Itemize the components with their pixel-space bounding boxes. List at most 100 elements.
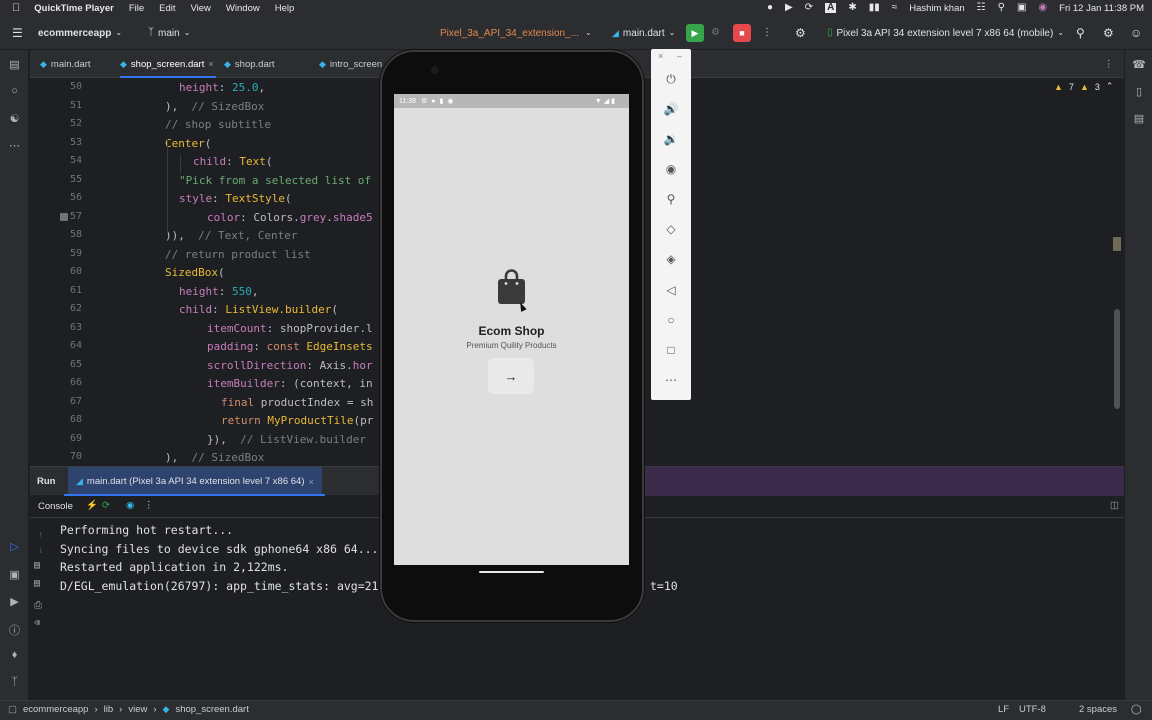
lightning-icon: ⚙ [711,27,720,38]
breadcrumb-view[interactable]: view [128,704,147,715]
notifications-icon[interactable]: ☎ [1125,58,1152,71]
indent-setting[interactable]: 2 spaces [1079,704,1117,715]
layout-icon[interactable]: ◫ [1110,500,1119,511]
commit-icon[interactable]: ○ [0,85,29,97]
editor-scrollbar[interactable] [1114,309,1120,409]
close-icon[interactable]: × [208,59,213,69]
running-device-selector[interactable]: ▯ Pixel 3a API 34 extension level 7 x86 … [827,16,1064,50]
minimize-icon[interactable]: – [677,51,682,61]
scroll-end-icon[interactable]: ▤ [34,578,40,589]
menu-file[interactable]: File [129,3,144,14]
date-time[interactable]: Fri 12 Jan 11:38 PM [1059,3,1144,14]
arrow-down-icon[interactable]: ↓ [38,546,43,556]
text-a-icon[interactable]: A [825,3,837,13]
tab-label: main.dart [50,58,91,70]
more-horizontal-icon[interactable]: ⋯ [651,373,691,387]
stop-button[interactable]: ■ [733,16,751,50]
loop-icon[interactable]: ⟳ [805,3,813,13]
line-ending[interactable]: LF [998,704,1009,715]
app-name-menu[interactable]: QuickTime Player [34,3,114,14]
breadcrumb-lib[interactable]: lib [104,704,114,715]
trash-icon[interactable]: ⌫ [34,618,40,629]
project-selector[interactable]: ecommerceapp ⌄ [38,16,122,50]
overview-icon[interactable]: □ [651,343,691,357]
file-encoding[interactable]: UTF-8 [1019,704,1046,715]
more-actions-button[interactable]: ⋮ [762,16,772,50]
device-selector[interactable]: Pixel_3a_API_34_extension_... ⌄ [440,16,592,50]
branch-selector[interactable]: ᛉ main ⌄ [148,16,190,50]
bluetooth-icon[interactable]: ✱ [848,3,856,13]
run-tool-icon[interactable]: ▷ [0,540,29,553]
structure-icon[interactable]: ☯ [0,112,29,125]
main-menu-button[interactable]: ☰ [12,16,23,50]
battery-icon[interactable]: ▮▮ [869,3,880,13]
account-button[interactable]: ☺ [1130,16,1142,50]
lightning-icon[interactable]: ⚡ [86,500,98,511]
apple-icon[interactable]:  [12,2,20,14]
menu-help[interactable]: Help [275,3,295,14]
menu-window[interactable]: Window [226,3,260,14]
terminal-icon[interactable]: ▶ [0,595,29,608]
close-icon[interactable]: × [309,477,314,487]
user-name[interactable]: Hashim khan [909,3,964,14]
more-horizontal-icon[interactable]: ⋯ [0,139,29,152]
rotate-right-icon[interactable]: ◈ [651,252,691,266]
search-icon[interactable]: ⚲ [998,3,1005,13]
home-icon[interactable]: ○ [651,313,691,327]
lock-icon[interactable]: ◯ [1131,704,1142,715]
wrap-icon[interactable]: ▤ [34,560,40,571]
git-icon[interactable]: ᛉ [0,676,29,688]
inspection-widget[interactable]: ▲ 7 ▲ 3 ⌃ [1054,81,1113,92]
play-circle-icon[interactable]: ▶ [785,3,793,13]
print-icon[interactable]: ⎙ [34,600,42,611]
volume-down-icon[interactable]: 🔉 [651,132,691,146]
control-center-icon[interactable]: ☷ [977,3,986,13]
dart-file-icon: ◆ [40,58,47,69]
tab-shop-dart[interactable]: ◆ shop.dart [224,50,275,78]
camera-icon[interactable]: ◉ [651,162,691,176]
next-button[interactable]: → [488,358,534,394]
run-config-selector[interactable]: ◢ main.dart ⌄ [612,16,675,50]
menu-view[interactable]: View [191,3,211,14]
wifi-icon[interactable]: ≈ [892,3,898,13]
debug-button[interactable]: ⚙ [795,16,806,50]
zoom-icon[interactable]: ⚲ [651,192,691,206]
folder-icon[interactable]: ▤ [0,58,29,71]
display-icon[interactable]: ▣ [1017,3,1026,13]
problems-icon[interactable]: ⓘ [0,622,29,638]
device-manager-icon[interactable]: ▯ [1125,85,1152,98]
breadcrumb-project[interactable]: ecommerceapp [23,704,88,715]
volume-up-icon[interactable]: 🔊 [651,102,691,116]
version-control-icon[interactable]: ♦ [0,649,29,661]
run-tab-main-dart[interactable]: ◢ main.dart (Pixel 3a API 34 extension l… [68,467,322,496]
close-icon[interactable]: × [658,51,663,61]
more-vertical-icon[interactable]: ⋮ [144,500,154,511]
record-icon[interactable]: ● [767,3,773,13]
search-everywhere-button[interactable]: ⚲ [1076,16,1085,50]
tabs-more-button[interactable]: ⋮ [1104,50,1114,78]
breadcrumb-file[interactable]: shop_screen.dart [175,704,248,715]
tab-main-dart[interactable]: ◆ main.dart [40,50,91,78]
back-icon[interactable]: ◁ [651,283,691,297]
services-icon[interactable]: ▣ [0,568,29,581]
power-icon[interactable]: ⏻ [651,72,691,87]
run-tab-label: main.dart (Pixel 3a API 34 extension lev… [86,476,305,487]
menu-edit[interactable]: Edit [159,3,175,14]
siri-icon[interactable]: ◉ [1038,3,1047,13]
device-explorer-icon[interactable]: ▤ [1125,112,1152,125]
error-icon: ▲ [1079,81,1089,92]
devtools-icon[interactable]: ◉ [126,500,134,511]
rotate-left-icon[interactable]: ◇ [651,222,691,236]
settings-button[interactable]: ⚙ [1103,16,1114,50]
home-gesture-bar[interactable] [479,571,544,573]
hot-restart-icon[interactable]: ⟳ [102,500,110,511]
hot-reload-button[interactable]: ⚙ [711,16,720,50]
run-button[interactable]: ▶ [686,16,704,50]
emulator-screen[interactable]: Ecom Shop Premium Quility Products → [394,94,629,565]
tab-shop-screen-dart[interactable]: ◆ shop_screen.dart × [120,50,216,78]
branch-name: main [158,27,180,39]
console-tab[interactable]: Console [38,501,73,512]
color-swatch[interactable] [60,213,68,221]
arrow-up-icon[interactable]: ↑ [38,530,43,540]
tab-intro-screen[interactable]: ◆ intro_screen [319,50,382,78]
